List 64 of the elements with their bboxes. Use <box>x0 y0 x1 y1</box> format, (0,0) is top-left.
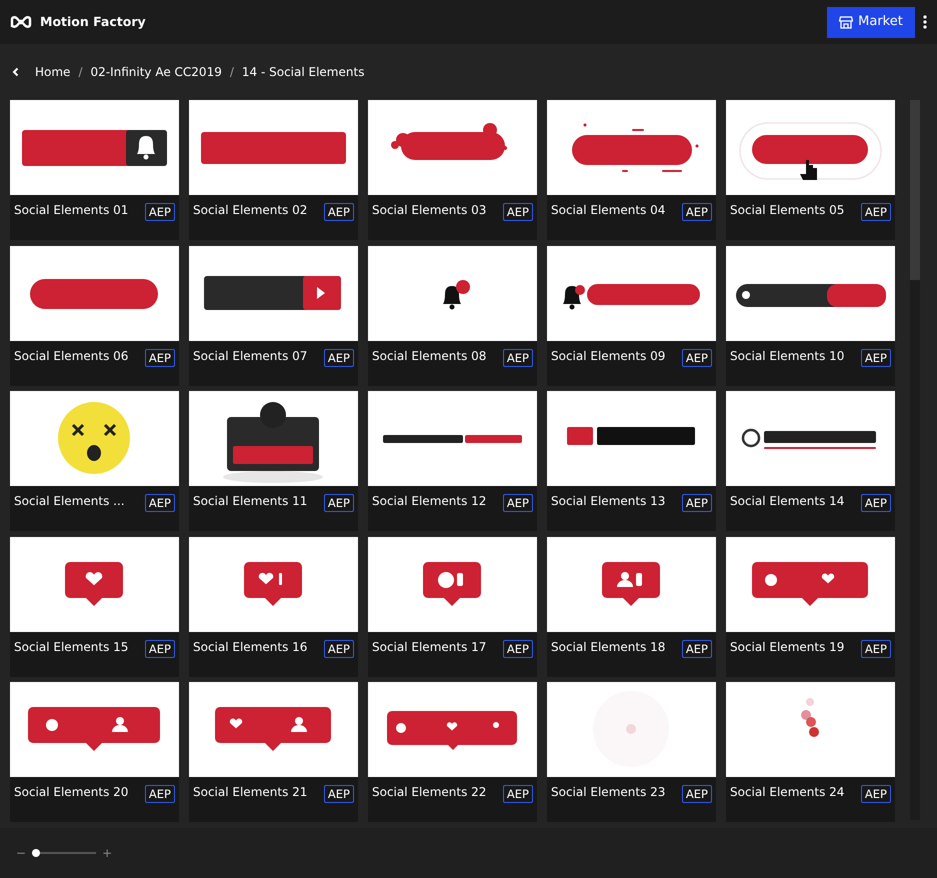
asset-title: Social Elements 07 <box>193 348 308 365</box>
breadcrumb-link[interactable]: Home <box>35 63 70 81</box>
format-tag: AEP <box>682 203 712 221</box>
breadcrumb-separator: / <box>230 64 234 81</box>
asset-title: Social Elements 11 <box>193 493 308 510</box>
format-tag: AEP <box>144 348 175 367</box>
format-tag: AEP <box>324 348 354 367</box>
asset-title: Social Elements 19 <box>730 638 844 656</box>
asset-title: Social Elements 20 <box>14 784 128 802</box>
format-tag: AEP <box>860 785 891 804</box>
format-tag: AEP <box>682 785 712 804</box>
format-tag: AEP <box>860 203 891 221</box>
asset-title: Social Elements 16 <box>193 638 308 656</box>
format-tag: AEP <box>502 785 533 804</box>
asset-title: Social Elements 09 <box>551 348 666 365</box>
asset-title: Social Elements 03 <box>372 202 486 219</box>
asset-title: Social Elements 14 <box>730 493 844 510</box>
asset-title: Social Elements 06 <box>14 348 128 365</box>
asset-title: Social Elements 04 <box>551 202 666 219</box>
breadcrumb-link[interactable]: 14 - Social Elements <box>242 63 364 81</box>
asset-title: Social Elements 18 <box>551 638 666 656</box>
format-tag: AEP <box>144 203 175 221</box>
breadcrumb-link[interactable]: 02-Infinity Ae CC2019 <box>90 63 222 81</box>
asset-title: Social Elements 24 <box>730 784 844 802</box>
asset-title: Social Elements ... <box>14 493 125 510</box>
more-menu-icon[interactable] <box>923 15 927 29</box>
format-tag: AEP <box>682 640 712 658</box>
asset-title: Social Elements 21 <box>193 784 308 802</box>
scrollbar[interactable] <box>910 100 920 820</box>
format-tag: AEP <box>324 640 354 658</box>
format-tag: AEP <box>502 640 533 658</box>
format-tag: AEP <box>682 494 712 512</box>
market-button[interactable]: Market <box>827 6 915 38</box>
asset-title: Social Elements 15 <box>14 638 128 656</box>
format-tag: AEP <box>324 785 354 804</box>
format-tag: AEP <box>860 348 891 367</box>
asset-title: Social Elements 05 <box>730 202 844 219</box>
format-tag: AEP <box>502 348 533 367</box>
format-tag: AEP <box>324 203 354 221</box>
app-title: Motion Factory <box>40 12 146 31</box>
format-tag: AEP <box>324 494 354 512</box>
asset-title: Social Elements 10 <box>730 348 844 365</box>
breadcrumb-separator: / <box>78 64 82 81</box>
asset-title: Social Elements 22 <box>372 784 486 802</box>
asset-title: Social Elements 17 <box>372 638 486 656</box>
back-icon[interactable] <box>12 67 19 77</box>
asset-title: Social Elements 08 <box>372 348 486 365</box>
format-tag: AEP <box>860 494 891 512</box>
asset-title: Social Elements 01 <box>14 202 128 219</box>
logo-icon <box>10 15 32 29</box>
store-icon <box>839 16 854 28</box>
format-tag: AEP <box>860 640 891 658</box>
format-tag: AEP <box>144 494 175 512</box>
zoom-out-button[interactable]: − <box>16 844 26 862</box>
format-tag: AEP <box>144 785 175 804</box>
zoom-in-button[interactable]: + <box>102 844 112 862</box>
format-tag: AEP <box>144 640 175 658</box>
asset-title: Social Elements 12 <box>372 493 486 510</box>
format-tag: AEP <box>502 494 533 512</box>
format-tag: AEP <box>502 203 533 221</box>
format-tag: AEP <box>682 348 712 367</box>
asset-title: Social Elements 13 <box>551 493 666 510</box>
asset-title: Social Elements 23 <box>551 784 666 802</box>
asset-title: Social Elements 02 <box>193 202 308 219</box>
